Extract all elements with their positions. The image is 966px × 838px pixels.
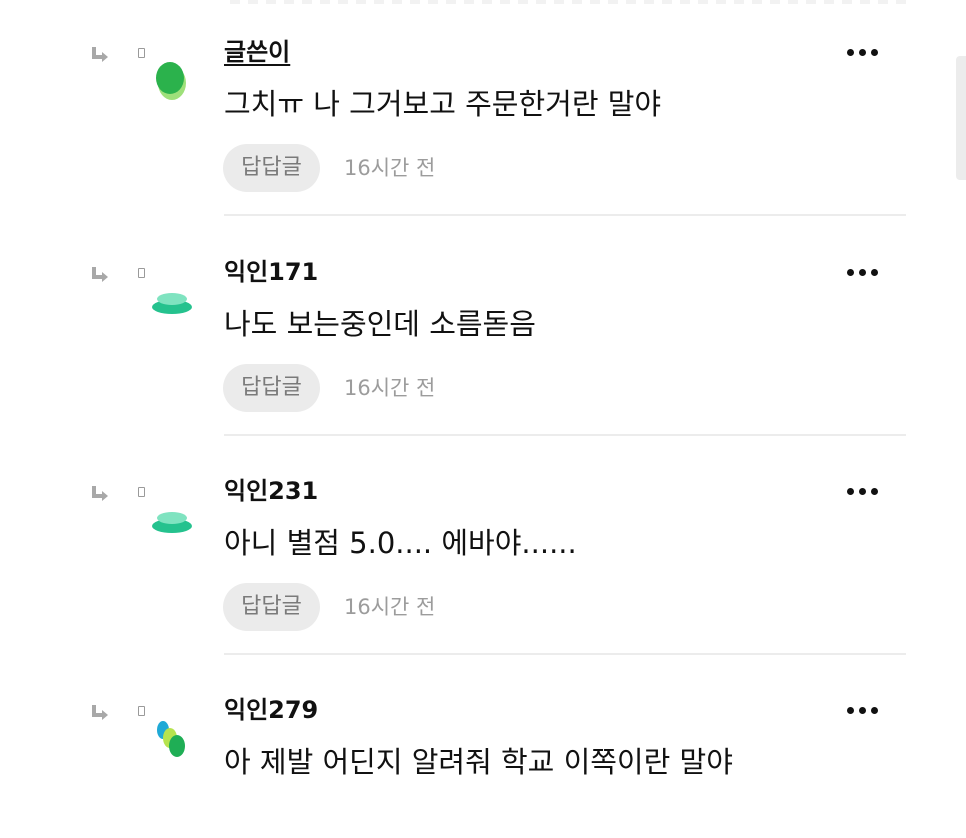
more-options-button[interactable] xyxy=(842,694,882,726)
green-oval-avatar[interactable] xyxy=(148,58,196,106)
comment-body: 아니 별점 5.0.... 에바야...... xyxy=(224,526,577,560)
divider xyxy=(224,434,906,436)
teal-stack-avatar[interactable] xyxy=(148,497,196,545)
reply-button[interactable]: 답답글 xyxy=(223,583,320,631)
rank-marker-icon xyxy=(138,48,145,58)
comment-timestamp: 16시간 전 xyxy=(344,156,436,180)
more-options-button[interactable] xyxy=(842,475,882,507)
comment-thread: 글쓴이 그치ㅠ 나 그거보고 주문한거란 말야 답답글 16시간 전 익인171… xyxy=(0,0,966,838)
divider xyxy=(224,653,906,655)
comment-timestamp: 16시간 전 xyxy=(344,376,436,400)
comment-body: 아 제발 어딘지 알려줘 학교 이쪽이란 말야 xyxy=(224,745,733,779)
reply-arrow-icon xyxy=(92,486,108,501)
more-options-button[interactable] xyxy=(842,256,882,288)
previous-content-edge xyxy=(230,0,906,4)
divider xyxy=(224,214,906,216)
comment-author[interactable]: 익인279 xyxy=(224,694,318,726)
reply-arrow-icon xyxy=(92,267,108,282)
tri-color-avatar[interactable] xyxy=(148,716,196,764)
comment-author[interactable]: 익인171 xyxy=(224,256,318,288)
more-dots-icon xyxy=(846,706,854,714)
comment-timestamp: 16시간 전 xyxy=(344,595,436,619)
more-dots-icon xyxy=(846,48,854,56)
comment-body: 그치ㅠ 나 그거보고 주문한거란 말야 xyxy=(224,87,662,121)
reply-arrow-icon xyxy=(92,47,108,62)
scrollbar[interactable] xyxy=(956,56,966,180)
more-options-button[interactable] xyxy=(842,36,882,68)
reply-button[interactable]: 답답글 xyxy=(223,364,320,412)
reply-button[interactable]: 답답글 xyxy=(223,144,320,192)
rank-marker-icon xyxy=(138,487,145,497)
teal-stack-avatar[interactable] xyxy=(148,278,196,326)
comment-author[interactable]: 익인231 xyxy=(224,475,318,507)
more-dots-icon xyxy=(846,268,854,276)
comment-body: 나도 보는중인데 소름돋음 xyxy=(224,307,536,341)
comment-author[interactable]: 글쓴이 xyxy=(224,36,290,68)
reply-arrow-icon xyxy=(92,705,108,720)
rank-marker-icon xyxy=(138,706,145,716)
rank-marker-icon xyxy=(138,268,145,278)
more-dots-icon xyxy=(846,487,854,495)
